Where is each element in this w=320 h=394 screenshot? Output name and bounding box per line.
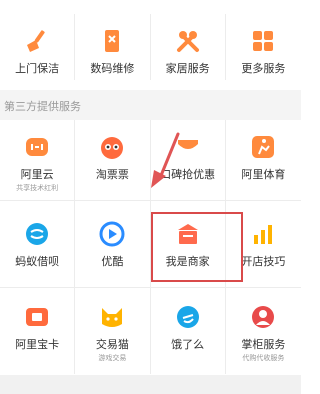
pointer-arrow-icon xyxy=(151,132,180,188)
